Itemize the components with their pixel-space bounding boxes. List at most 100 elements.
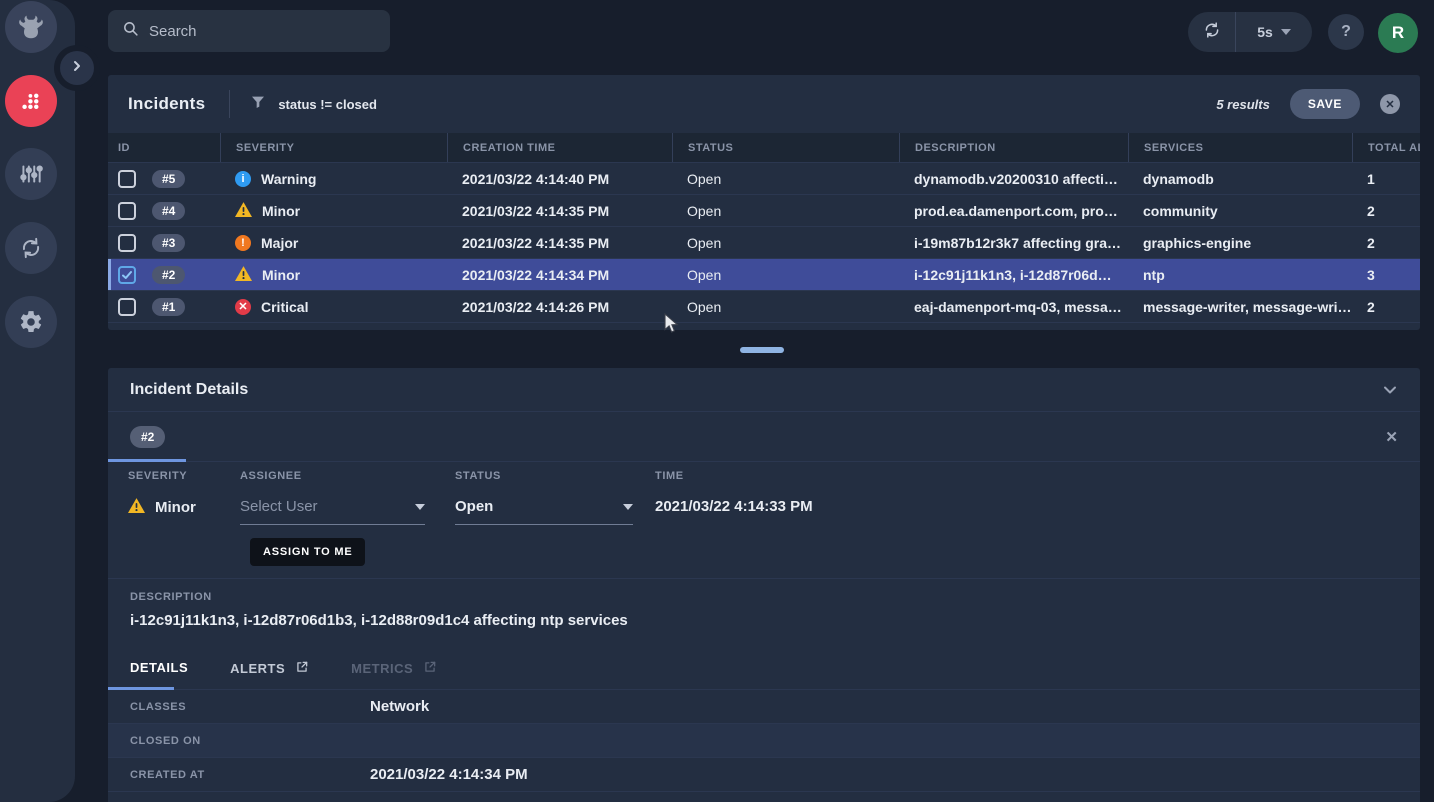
incident-tab[interactable]: #2 [130, 426, 165, 448]
tab-metrics[interactable]: METRICS [351, 660, 437, 677]
kv-label: CLASSES [108, 701, 370, 713]
refresh-interval-value: 5s [1257, 24, 1273, 40]
status-cell: Open [672, 235, 899, 251]
tab-details[interactable]: DETAILS [130, 660, 188, 675]
sidebar-item-sync[interactable] [5, 222, 57, 274]
services-cell: ntp [1128, 267, 1352, 283]
status-cell: Open [672, 171, 899, 187]
search-input[interactable] [149, 23, 376, 40]
table-row[interactable]: #1✕Critical2021/03/22 4:14:26 PMOpeneaj-… [108, 291, 1420, 323]
column-header-id[interactable]: ID [108, 133, 220, 162]
status-dropdown[interactable]: Open [455, 498, 633, 525]
refresh-button[interactable] [1188, 12, 1236, 52]
severity-cell: iWarning [220, 171, 447, 187]
incidents-panel: Incidents status != closed 5 results SAV… [108, 75, 1420, 330]
collapse-panel-button[interactable] [1382, 382, 1398, 398]
total-alerts-cell: 3 [1352, 267, 1420, 283]
severity-minor-icon [235, 266, 252, 284]
incident-id-badge: #1 [152, 298, 185, 316]
panel-resize-handle[interactable] [740, 347, 784, 353]
sidebar-expand-button[interactable] [60, 51, 94, 85]
assignee-dropdown[interactable]: Select User [240, 498, 425, 525]
help-label: ? [1341, 23, 1351, 41]
filter-query[interactable]: status != closed [278, 97, 377, 112]
total-alerts-cell: 2 [1352, 235, 1420, 251]
row-checkbox[interactable] [118, 234, 136, 252]
incident-details-panel: Incident Details #2 ✕ SEVERITY Minor ASS… [108, 368, 1420, 802]
incidents-panel-header: Incidents status != closed 5 results SAV… [108, 75, 1420, 133]
filter-icon [250, 94, 266, 115]
kv-label: CLOSED ON [108, 735, 370, 747]
kv-label: CREATED AT [108, 769, 370, 781]
incident-id-badge: #2 [152, 266, 185, 284]
incidents-dots-icon [17, 87, 45, 115]
description-cell: i-19m87b12r3k7 affecting gra… [899, 235, 1128, 251]
time-field: TIME 2021/03/22 4:14:33 PM [655, 470, 813, 515]
services-cell: dynamodb [1128, 171, 1352, 187]
time-value: 2021/03/22 4:14:33 PM [655, 498, 813, 515]
kv-row-partial [108, 792, 1420, 802]
severity-minor-icon [128, 498, 145, 517]
table-row[interactable]: #3!Major2021/03/22 4:14:35 PMOpeni-19m87… [108, 227, 1420, 259]
table-row[interactable]: #4Minor2021/03/22 4:14:35 PMOpenprod.ea.… [108, 195, 1420, 227]
assignee-field: ASSIGNEE Select User [240, 470, 425, 525]
status-field: STATUS Open [455, 470, 633, 525]
column-header-status[interactable]: STATUS [672, 133, 899, 162]
refresh-interval-dropdown[interactable]: 5s [1236, 24, 1312, 40]
table-row[interactable]: #2Minor2021/03/22 4:14:34 PMOpeni-12c91j… [108, 259, 1420, 291]
search-box[interactable] [108, 10, 390, 52]
description-cell: prod.ea.damenport.com, pro… [899, 203, 1128, 219]
row-checkbox[interactable] [118, 266, 136, 284]
row-checkbox[interactable] [118, 202, 136, 220]
kv-value: Network [370, 698, 429, 715]
severity-cell: Minor [220, 266, 447, 284]
row-checkbox[interactable] [118, 170, 136, 188]
incident-id-badge: #5 [152, 170, 185, 188]
refresh-icon [1203, 21, 1221, 44]
id-cell: #5 [108, 170, 220, 188]
close-tab-icon[interactable]: ✕ [1385, 428, 1398, 446]
incident-id-badge: #4 [152, 202, 185, 220]
refresh-control: 5s [1188, 12, 1312, 52]
assign-to-me-button[interactable]: ASSIGN TO ME [250, 538, 365, 566]
description-label: DESCRIPTION [130, 591, 1398, 603]
clear-filter-icon[interactable]: ✕ [1380, 94, 1400, 114]
app-logo[interactable] [5, 1, 57, 53]
external-link-icon [295, 660, 309, 677]
incident-id-badge: #3 [152, 234, 185, 252]
external-link-icon [423, 660, 437, 677]
column-header-description[interactable]: DESCRIPTION [899, 133, 1128, 162]
severity-label: SEVERITY [128, 470, 196, 482]
avatar[interactable]: R [1378, 13, 1418, 53]
severity-value: Minor [155, 499, 196, 516]
creation-time-cell: 2021/03/22 4:14:34 PM [447, 267, 672, 283]
chevron-down-icon [415, 504, 425, 510]
creation-time-cell: 2021/03/22 4:14:26 PM [447, 299, 672, 315]
kv-row: CREATED AT2021/03/22 4:14:34 PM [108, 758, 1420, 792]
column-header-services[interactable]: SERVICES [1128, 133, 1352, 162]
chevron-down-icon [623, 504, 633, 510]
details-kv-list: CLASSESNetwork CLOSED ON CREATED AT2021/03… [108, 690, 1420, 802]
row-checkbox[interactable] [118, 298, 136, 316]
sidebar-item-incidents[interactable] [5, 75, 57, 127]
column-header-severity[interactable]: SEVERITY [220, 133, 447, 162]
help-button[interactable]: ? [1328, 14, 1364, 50]
incident-details-title: Incident Details [130, 381, 248, 399]
table-header-row: ID SEVERITY CREATION TIME STATUS DESCRIP… [108, 133, 1420, 163]
assignee-label: ASSIGNEE [240, 470, 425, 482]
severity-minor-icon [235, 202, 252, 220]
table-row[interactable]: #5 iWarning2021/03/22 4:14:40 PMOpen dynam… [108, 163, 1420, 195]
time-label: TIME [655, 470, 813, 482]
sidebar-item-metrics[interactable] [5, 148, 57, 200]
column-header-creation-time[interactable]: CREATION TIME [447, 133, 672, 162]
id-cell: #4 [108, 202, 220, 220]
sidebar-item-settings[interactable] [5, 296, 57, 348]
assignee-placeholder: Select User [240, 498, 318, 515]
chevron-down-icon [1281, 29, 1291, 35]
column-header-total-alerts[interactable]: TOTAL AL [1352, 133, 1420, 162]
status-cell: Open [672, 267, 899, 283]
tab-alerts-label: ALERTS [230, 661, 285, 676]
creation-time-cell: 2021/03/22 4:14:40 PM [447, 171, 672, 187]
save-button[interactable]: SAVE [1290, 89, 1360, 119]
tab-alerts[interactable]: ALERTS [230, 660, 309, 677]
